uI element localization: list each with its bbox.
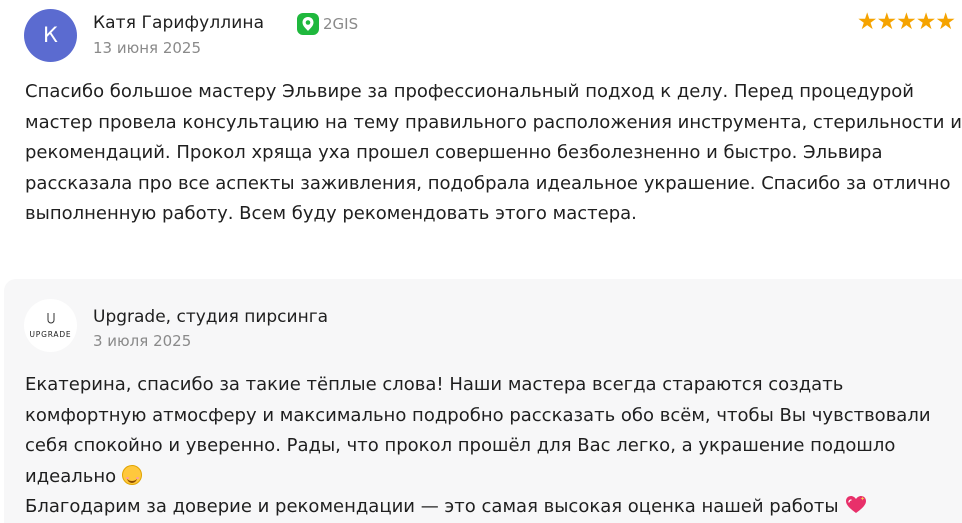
reply-date: 3 июля 2025	[93, 332, 192, 350]
org-logo-text: UPGRADE	[29, 329, 72, 339]
org-name[interactable]: Upgrade, студия пирсинга	[93, 307, 328, 327]
review-text: Спасибо большое мастеру Эльвире за профе…	[25, 81, 962, 224]
org-avatar[interactable]: UPGRADE	[24, 299, 77, 352]
smiling-face-icon	[122, 464, 143, 485]
author-name[interactable]: Катя Гарифуллина	[93, 13, 264, 33]
avatar[interactable]: К	[24, 9, 77, 62]
owner-reply: UPGRADE Upgrade, студия пирсинга 3 июля …	[4, 279, 962, 523]
reply-text-part2: Благодарим за доверие и рекомендации — э…	[25, 496, 839, 517]
review-date: 13 июня 2025	[93, 39, 202, 57]
source-label: 2GIS	[323, 15, 359, 33]
reply-text: Екатерина, спасибо за такие тёплые слова…	[25, 370, 955, 523]
upgrade-logo-icon	[47, 312, 55, 327]
rating-stars: ★★★★★	[856, 9, 956, 35]
reply-text-part1: Екатерина, спасибо за такие тёплые слова…	[25, 374, 931, 487]
review-card: К Катя Гарифуллина 2GIS 13 июня 2025 ★★★…	[0, 0, 962, 523]
sparkling-heart-icon	[845, 495, 867, 515]
review-source: 2GIS	[297, 13, 358, 35]
2gis-icon	[297, 13, 319, 35]
